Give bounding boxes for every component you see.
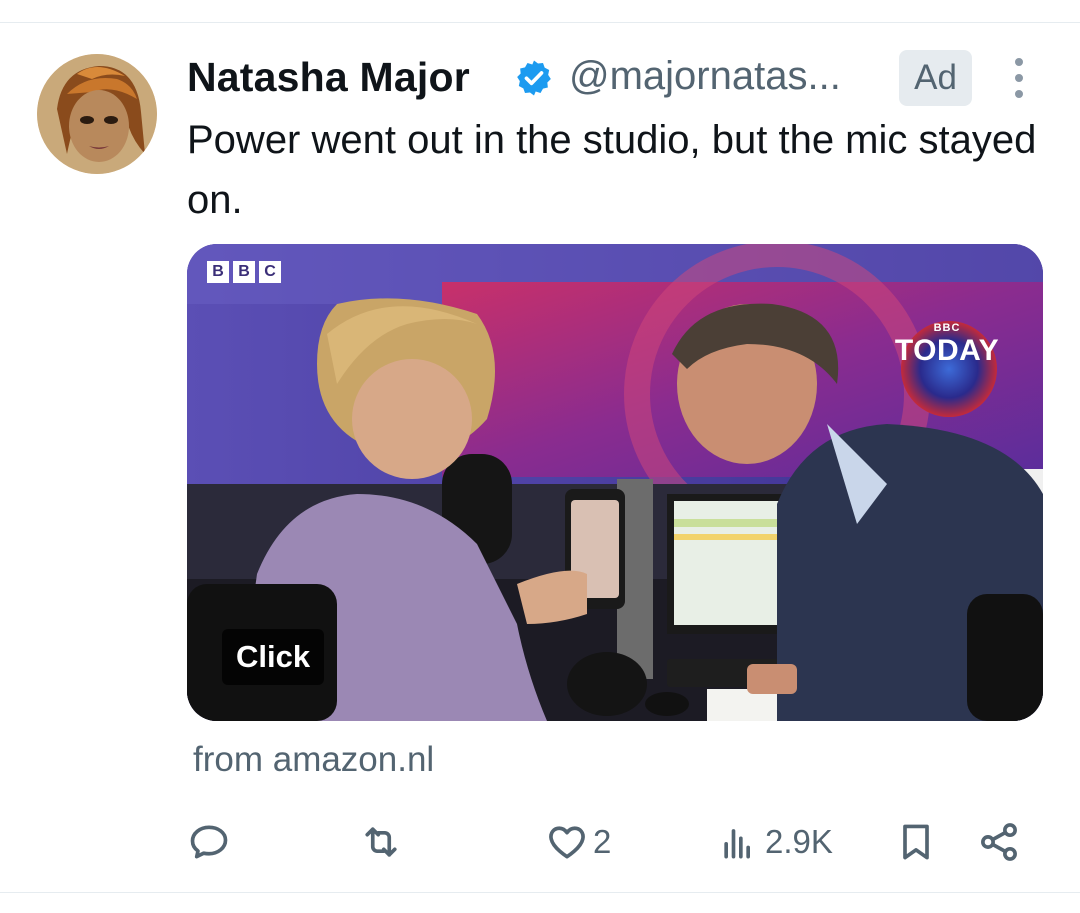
repost-button[interactable] — [359, 812, 407, 872]
bottom-divider — [0, 892, 1080, 893]
heart-icon — [549, 826, 585, 859]
today-logo-brand: BBC — [933, 322, 961, 334]
today-logo-word: TODAY — [894, 334, 1000, 367]
author-name[interactable]: Natasha Major — [187, 54, 470, 101]
share-button[interactable] — [977, 812, 1025, 872]
tweet-text: Power went out in the studio, but the mi… — [187, 118, 1037, 222]
today-logo: BBC TODAY — [887, 322, 1007, 368]
ad-badge: Ad — [899, 50, 972, 106]
ad-media-image[interactable]: B B C BBC TODAY Click — [187, 244, 1043, 721]
bookmark-button[interactable] — [894, 812, 942, 872]
author-avatar[interactable] — [37, 54, 157, 174]
ad-source-link[interactable]: from amazon.nl — [193, 740, 434, 780]
bookmark-icon — [903, 824, 929, 860]
views-button[interactable]: 2.9K — [717, 812, 833, 872]
views-count: 2.9K — [765, 823, 833, 860]
tweet-header: Natasha Major @majornatas... Ad — [187, 48, 1047, 108]
more-options-icon[interactable] — [1007, 56, 1031, 100]
repost-icon — [365, 827, 397, 857]
verified-badge-icon — [514, 58, 554, 98]
avatar-image — [37, 54, 157, 174]
click-cta-button[interactable]: Click — [222, 629, 325, 685]
reply-button[interactable] — [187, 812, 235, 872]
bbc-logo: B B C — [207, 261, 281, 283]
bbc-logo-letter: B — [207, 261, 229, 283]
top-divider — [0, 22, 1080, 23]
share-icon — [981, 823, 1017, 861]
tweet-action-bar: 2 2.9K — [187, 812, 1043, 872]
author-handle[interactable]: @majornatas... — [569, 54, 841, 99]
reply-icon — [190, 825, 228, 859]
bbc-logo-letter: C — [259, 261, 281, 283]
like-count: 2 — [593, 823, 612, 860]
bbc-logo-letter: B — [233, 261, 255, 283]
views-icon — [724, 829, 750, 859]
like-button[interactable]: 2 — [545, 812, 611, 872]
